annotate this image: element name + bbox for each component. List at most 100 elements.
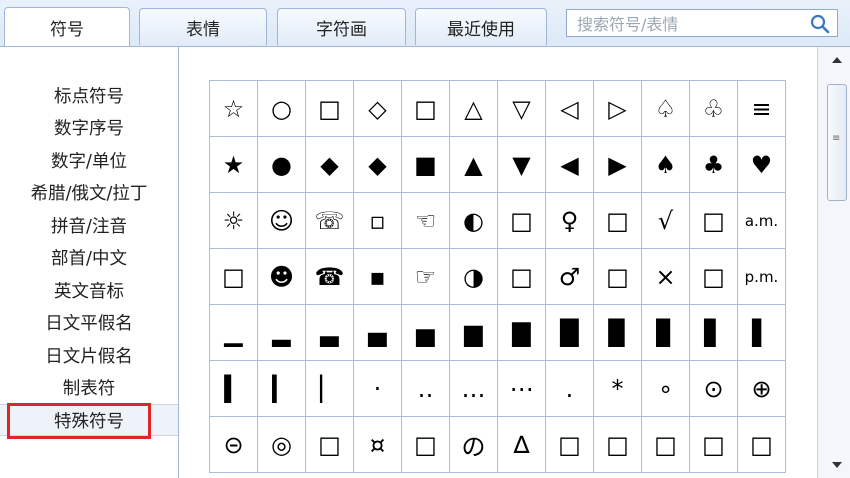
symbol-cell[interactable]: ▄ xyxy=(353,304,402,361)
symbol-cell[interactable]: □ xyxy=(401,80,450,137)
symbol-cell[interactable]: □ xyxy=(593,192,642,249)
symbol-cell[interactable]: □ xyxy=(593,248,642,305)
symbol-cell[interactable]: ▌ xyxy=(737,304,786,361)
symbol-cell[interactable]: ▁ xyxy=(209,304,258,361)
sidebar-item-pinyin[interactable]: 拼音/注音 xyxy=(0,209,178,241)
symbol-cell[interactable]: □ xyxy=(545,416,594,473)
symbol-cell[interactable]: ☎ xyxy=(305,248,354,305)
symbol-cell[interactable]: . xyxy=(545,360,594,417)
symbol-cell[interactable]: ≡ xyxy=(737,80,786,137)
symbol-cell[interactable]: ◀ xyxy=(545,136,594,193)
symbol-cell[interactable]: ▶ xyxy=(593,136,642,193)
sidebar-item-hiragana[interactable]: 日文平假名 xyxy=(0,306,178,338)
symbol-cell[interactable]: ◆ xyxy=(305,136,354,193)
symbol-cell[interactable]: ◁ xyxy=(545,80,594,137)
sidebar-item-greek-russian-latin[interactable]: 希腊/俄文/拉丁 xyxy=(0,176,178,208)
symbol-cell[interactable]: ♠ xyxy=(641,136,690,193)
tab-emoticons[interactable]: 表情 xyxy=(139,8,267,45)
symbol-cell[interactable]: □ xyxy=(305,80,354,137)
symbol-cell[interactable]: ● xyxy=(257,136,306,193)
symbol-cell[interactable]: ♤ xyxy=(641,80,690,137)
symbol-cell[interactable]: ▼ xyxy=(497,136,546,193)
symbol-cell[interactable]: ♣ xyxy=(689,136,738,193)
sidebar-item-katakana[interactable]: 日文片假名 xyxy=(0,339,178,371)
symbol-cell[interactable]: ¤ xyxy=(353,416,402,473)
symbol-cell[interactable]: □ xyxy=(641,416,690,473)
symbol-cell[interactable]: □ xyxy=(689,192,738,249)
symbol-cell[interactable]: ☼ xyxy=(209,192,258,249)
symbol-cell[interactable]: ⋯ xyxy=(497,360,546,417)
symbol-cell[interactable]: ∘ xyxy=(641,360,690,417)
symbol-cell[interactable]: □ xyxy=(209,248,258,305)
symbol-cell[interactable]: ○ xyxy=(257,80,306,137)
symbol-cell[interactable]: ▊ xyxy=(641,304,690,361)
symbol-cell[interactable]: ∆ xyxy=(497,416,546,473)
symbol-cell[interactable]: √ xyxy=(641,192,690,249)
symbol-cell[interactable]: ‥ xyxy=(401,360,450,417)
symbol-cell[interactable]: ▅ xyxy=(401,304,450,361)
symbol-cell[interactable]: ♀ xyxy=(545,192,594,249)
symbol-cell[interactable]: ◎ xyxy=(257,416,306,473)
symbol-cell[interactable]: █ xyxy=(545,304,594,361)
symbol-cell[interactable]: ▽ xyxy=(497,80,546,137)
symbol-cell[interactable]: ⊕ xyxy=(737,360,786,417)
symbol-cell[interactable]: ▃ xyxy=(305,304,354,361)
scroll-down-arrow-icon[interactable] xyxy=(832,462,842,468)
symbol-cell[interactable]: ◐ xyxy=(449,192,498,249)
symbol-cell[interactable]: ⊙ xyxy=(689,360,738,417)
symbol-cell[interactable]: ♂ xyxy=(545,248,594,305)
symbol-cell[interactable]: ☆ xyxy=(209,80,258,137)
symbol-cell[interactable]: ☜ xyxy=(401,192,450,249)
search-input[interactable]: 搜索符号/表情 xyxy=(566,9,838,37)
sidebar-item-radicals[interactable]: 部首/中文 xyxy=(0,241,178,273)
symbol-cell[interactable]: ▎ xyxy=(257,360,306,417)
symbol-cell[interactable]: ▪ xyxy=(353,248,402,305)
symbol-cell[interactable]: · xyxy=(353,360,402,417)
symbol-cell[interactable]: □ xyxy=(689,416,738,473)
symbol-cell[interactable]: p.m. xyxy=(737,248,786,305)
symbol-cell[interactable]: □ xyxy=(497,192,546,249)
symbol-cell[interactable]: ⊝ xyxy=(209,416,258,473)
symbol-cell[interactable]: ▋ xyxy=(689,304,738,361)
scroll-up-arrow-icon[interactable] xyxy=(832,57,842,63)
symbol-cell[interactable]: □ xyxy=(401,416,450,473)
sidebar-item-phonetic[interactable]: 英文音标 xyxy=(0,274,178,306)
search-icon[interactable] xyxy=(809,13,831,35)
tab-recent[interactable]: 最近使用 xyxy=(415,8,547,45)
symbol-cell[interactable]: … xyxy=(449,360,498,417)
symbol-cell[interactable]: ▍ xyxy=(209,360,258,417)
sidebar-item-punctuation[interactable]: 标点符号 xyxy=(0,79,178,111)
symbol-cell[interactable]: □ xyxy=(497,248,546,305)
sidebar-item-number-unit[interactable]: 数字/单位 xyxy=(0,144,178,176)
symbol-cell[interactable]: ☻ xyxy=(257,248,306,305)
symbol-cell[interactable]: ▷ xyxy=(593,80,642,137)
symbol-cell[interactable]: ▆ xyxy=(449,304,498,361)
symbol-cell[interactable]: ◑ xyxy=(449,248,498,305)
symbol-cell[interactable]: □ xyxy=(305,416,354,473)
symbol-cell[interactable]: ▫ xyxy=(353,192,402,249)
symbol-cell[interactable]: ☞ xyxy=(401,248,450,305)
symbol-cell[interactable]: ▉ xyxy=(593,304,642,361)
symbol-cell[interactable]: ♥ xyxy=(737,136,786,193)
symbol-cell[interactable]: の xyxy=(449,416,498,473)
symbol-cell[interactable]: * xyxy=(593,360,642,417)
vertical-scrollbar[interactable]: ≡ xyxy=(817,47,850,478)
symbol-cell[interactable]: ◇ xyxy=(353,80,402,137)
symbol-cell[interactable]: ▏ xyxy=(305,360,354,417)
symbol-cell[interactable]: ☏ xyxy=(305,192,354,249)
tab-symbols[interactable]: 符号 xyxy=(4,7,130,46)
symbol-cell[interactable]: ☺ xyxy=(257,192,306,249)
symbol-cell[interactable]: □ xyxy=(737,416,786,473)
tab-ascii-art[interactable]: 字符画 xyxy=(277,8,406,45)
symbol-cell[interactable]: ▲ xyxy=(449,136,498,193)
symbol-cell[interactable]: ♧ xyxy=(689,80,738,137)
symbol-cell[interactable]: a.m. xyxy=(737,192,786,249)
sidebar-item-number-serial[interactable]: 数字序号 xyxy=(0,111,178,143)
symbol-cell[interactable]: □ xyxy=(593,416,642,473)
symbol-cell[interactable]: ◆ xyxy=(353,136,402,193)
symbol-cell[interactable]: × xyxy=(641,248,690,305)
symbol-cell[interactable]: ■ xyxy=(401,136,450,193)
symbol-cell[interactable]: □ xyxy=(689,248,738,305)
scroll-thumb[interactable]: ≡ xyxy=(827,84,847,201)
symbol-cell[interactable]: ▂ xyxy=(257,304,306,361)
